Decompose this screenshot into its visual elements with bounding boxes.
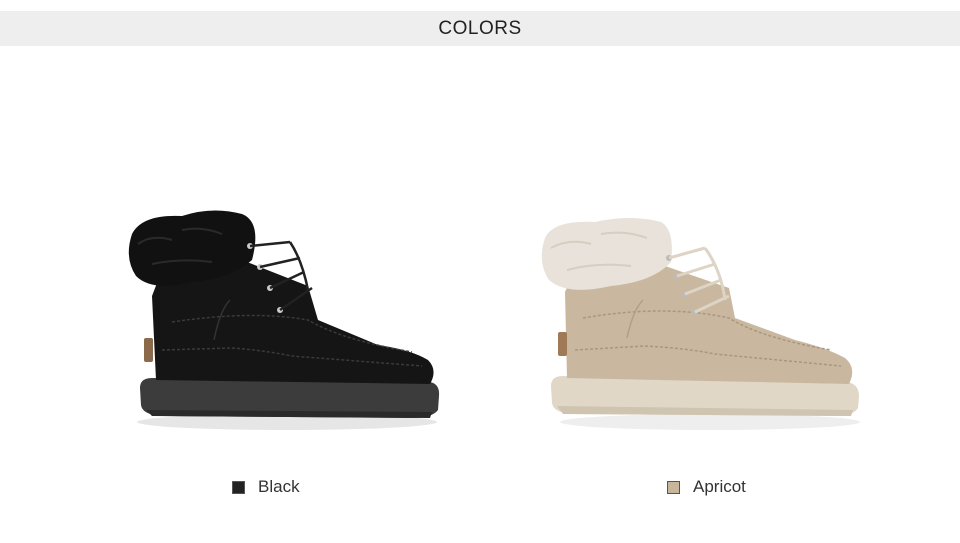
black-color-swatch xyxy=(232,480,245,494)
black-boot-illustration xyxy=(128,210,440,430)
swatch-label-apricot: Apricot xyxy=(693,477,746,496)
black-boot-image[interactable] xyxy=(112,200,448,435)
swatch-label-black: Black xyxy=(258,477,300,496)
apricot-color-swatch xyxy=(667,480,680,494)
swatch-apricot[interactable]: Apricot xyxy=(667,476,746,498)
apricot-boot-illustration xyxy=(541,218,860,430)
apricot-boot-image[interactable] xyxy=(535,200,871,435)
header-title: COLORS xyxy=(438,17,522,39)
swatch-black[interactable]: Black xyxy=(232,476,300,498)
colors-header: COLORS xyxy=(0,11,960,46)
